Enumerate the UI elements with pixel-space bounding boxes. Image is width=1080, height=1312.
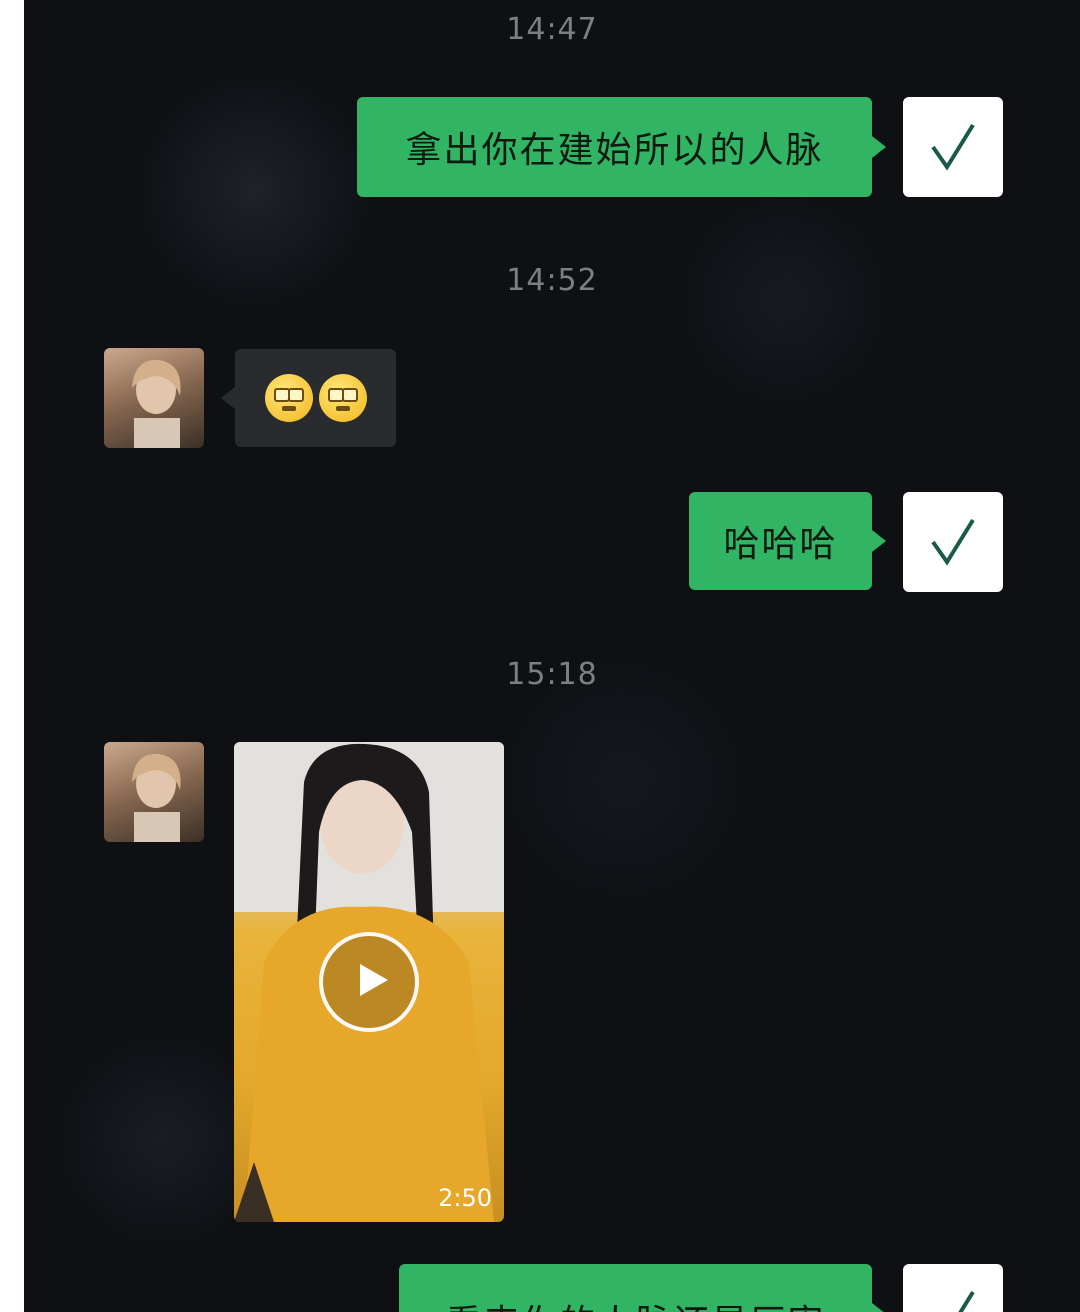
message-bubble-outgoing[interactable]: 看来你的人脉还是厉害 <box>399 1264 872 1312</box>
self-avatar[interactable] <box>903 492 1003 592</box>
check-icon <box>958 1290 975 1312</box>
message-bubble-incoming[interactable] <box>235 349 396 447</box>
avatar-photo <box>132 359 181 448</box>
check-icon <box>931 518 975 566</box>
message-bubble-outgoing[interactable]: 拿出你在建始所以的人脉 <box>357 97 872 197</box>
self-avatar[interactable] <box>903 1264 1003 1312</box>
video-message[interactable]: 2:50 <box>234 742 504 1222</box>
check-icon <box>931 123 975 171</box>
avatar-photo <box>132 753 181 842</box>
self-avatar[interactable] <box>903 97 1003 197</box>
timestamp: 14:52 <box>506 263 598 298</box>
face-emoji-icon <box>318 374 367 422</box>
contact-avatar[interactable] <box>104 348 204 448</box>
message-bubble-outgoing[interactable]: 哈哈哈 <box>689 492 872 590</box>
chat-area: 14:47 拿出你在建始所以的人脉 14:52 哈哈哈 15:18 2:50 <box>24 0 1080 1312</box>
video-duration: 2:50 <box>438 1184 492 1212</box>
play-icon[interactable] <box>319 932 419 1032</box>
contact-avatar[interactable] <box>104 742 204 842</box>
face-emoji-icon <box>264 374 313 422</box>
timestamp: 15:18 <box>506 657 598 692</box>
timestamp: 14:47 <box>506 12 598 47</box>
